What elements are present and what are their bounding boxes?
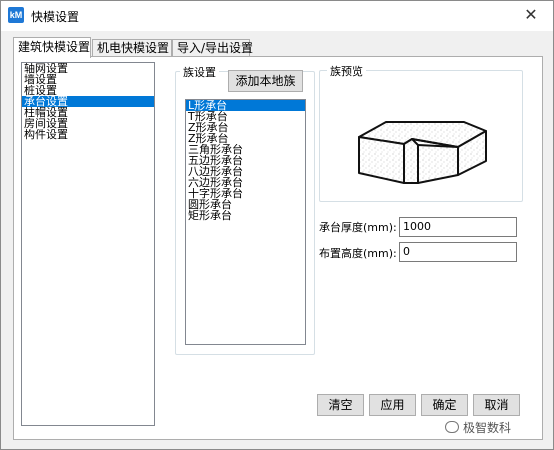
family-list-item[interactable]: 矩形承台 <box>186 210 305 221</box>
app-logo-icon: kM <box>8 7 24 23</box>
placement-height-label: 布置高度(mm): <box>319 247 397 260</box>
clear-button[interactable]: 清空 <box>317 394 364 416</box>
wechat-watermark-icon <box>445 421 459 433</box>
category-list-item[interactable]: 构件设置 <box>22 129 154 140</box>
ok-button[interactable]: 确定 <box>421 394 468 416</box>
add-local-family-button[interactable]: 添加本地族 <box>228 70 303 92</box>
placement-height-input[interactable]: 0 <box>399 242 517 262</box>
title-bar[interactable]: kM 快模设置 ✕ <box>1 1 553 31</box>
category-list-item[interactable]: 墙设置 <box>22 74 154 85</box>
family-list-item[interactable]: Z形承台 <box>186 122 305 133</box>
quick-model-settings-dialog: kM 快模设置 ✕ 建筑快模设置 机电快模设置 导入/导出设置 轴网设置 墙设置桩… <box>0 0 554 450</box>
family-list-item[interactable]: T形承台 <box>186 111 305 122</box>
family-list-item[interactable]: L形承台 <box>186 100 305 111</box>
family-list-item[interactable]: 圆形承台 <box>186 199 305 210</box>
category-list-item[interactable]: 承台设置 <box>22 96 154 107</box>
family-list-item[interactable]: 八边形承台 <box>186 166 305 177</box>
watermark-text: 极智数科 <box>463 421 512 435</box>
tab-panel: 轴网设置 墙设置 桩设置 承台设置 柱帽设置 房间设置 构件设置 族设置 添加本地族 L形承… <box>13 56 543 440</box>
tab-import-export-settings[interactable]: 导入/导出设置 <box>172 39 253 57</box>
family-settings-label: 族设置 <box>180 64 219 80</box>
family-list-item[interactable]: 六边形承台 <box>186 177 305 188</box>
window-title: 快模设置 <box>31 10 80 24</box>
cap-thickness-label: 承台厚度(mm): <box>319 221 397 234</box>
category-list[interactable]: 轴网设置 墙设置 桩设置 承台设置 柱帽设置 房间设置 构件设置 <box>21 62 155 426</box>
family-list-item[interactable]: 十字形承台 <box>186 188 305 199</box>
family-list[interactable]: L形承台 T形承台 Z形承台 Z形承台 三角形承台 五边形承台 八边形承台 六边形承台 十字形承… <box>185 99 306 345</box>
l-shaped-cap-preview-image <box>358 121 487 184</box>
family-list-item[interactable]: 五边形承台 <box>186 155 305 166</box>
category-list-item[interactable]: 轴网设置 <box>22 63 154 74</box>
cancel-button[interactable]: 取消 <box>473 394 520 416</box>
tab-building-settings[interactable]: 建筑快模设置 <box>13 37 91 58</box>
family-preview-label: 族预览 <box>327 63 366 79</box>
cap-thickness-input[interactable]: 1000 <box>399 217 517 237</box>
family-list-item[interactable]: Z形承台 <box>186 133 305 144</box>
apply-button[interactable]: 应用 <box>369 394 416 416</box>
category-list-item[interactable]: 房间设置 <box>22 118 154 129</box>
category-list-item[interactable]: 柱帽设置 <box>22 107 154 118</box>
tab-mep-settings[interactable]: 机电快模设置 <box>92 39 172 57</box>
category-list-item[interactable]: 桩设置 <box>22 85 154 96</box>
family-list-item[interactable]: 三角形承台 <box>186 144 305 155</box>
close-button[interactable]: ✕ <box>517 5 545 27</box>
